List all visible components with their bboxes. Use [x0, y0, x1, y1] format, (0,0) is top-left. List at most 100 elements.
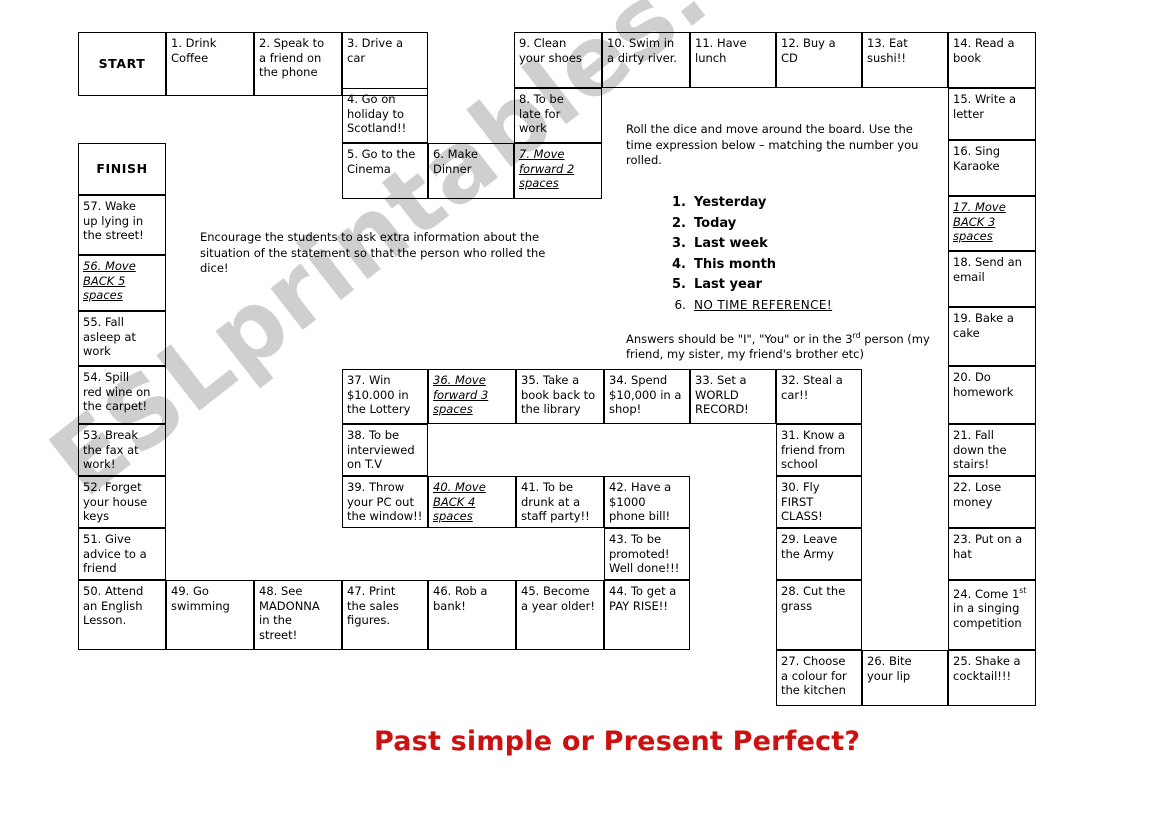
board-cell-c2: 2. Speak to a friend on the phone	[254, 32, 342, 96]
time-expression-label: This month	[694, 256, 777, 272]
board-cell-c22: 22. Lose money	[948, 476, 1036, 528]
time-expression-number: 5.	[672, 277, 686, 292]
board-cell-c24: 24. Come 1st in a singing competition	[948, 580, 1036, 650]
time-expression-number: 1.	[672, 195, 686, 210]
board-cell-c21: 21. Fall down the stairs!	[948, 424, 1036, 476]
board-cell-label: 12. Buy a CD	[781, 36, 836, 65]
board-cell-c34: 34. Spend $10,000 in a shop!	[604, 369, 690, 424]
board-cell-label: 35. Take a book back to the library	[521, 373, 596, 416]
board-cell-c54: 54. Spill red wine on the carpet!	[78, 366, 166, 424]
board-cell-c16: 16. Sing Karaoke	[948, 140, 1036, 196]
time-expression-number: 2.	[672, 215, 686, 231]
board-cell-label: 54. Spill red wine on the carpet!	[83, 370, 151, 413]
time-expression-item: 2. Today	[660, 214, 950, 235]
board-cell-c37: 37. Win $10.000 in the Lottery	[342, 369, 428, 424]
board-cell-c52: 52. Forget your house keys	[78, 476, 166, 528]
page-title: Past simple or Present Perfect?	[374, 726, 861, 757]
time-expression-number: 3.	[672, 236, 686, 251]
board-cell-c53: 53. Break the fax at work!	[78, 424, 166, 476]
board-cell-c32: 32. Steal a car!!	[776, 369, 862, 424]
board-cell-c47: 47. Print the sales figures.	[342, 580, 428, 650]
board-cell-label: 52. Forget your house keys	[83, 480, 148, 523]
board-cell-c23: 23. Put on a hat	[948, 528, 1036, 580]
board-cell-c30: 30. Fly FIRST CLASS!	[776, 476, 862, 528]
board-cell-label: 1. Drink Coffee	[171, 36, 217, 65]
board-cell-c57: 57. Wake up lying in the street!	[78, 195, 166, 255]
board-cell-c18: 18. Send an email	[948, 251, 1036, 307]
board-cell-label: 29. Leave the Army	[781, 532, 838, 561]
board-cell-label: FINISH	[96, 160, 148, 176]
rules-text: Roll the dice and move around the board.…	[626, 122, 919, 167]
board-cell-label: 22. Lose money	[953, 480, 1002, 509]
board-cell-c25: 25. Shake a cocktail!!!	[948, 650, 1036, 706]
board-cell-label: 2. Speak to a friend on the phone	[259, 36, 325, 79]
board-cell-c6: 6. Make Dinner	[428, 143, 514, 199]
time-expression-item: 3. Last week	[660, 234, 950, 255]
board-cell-label: 19. Bake a cake	[953, 311, 1014, 340]
board-cell-label: 17. Move BACK 3 spaces	[953, 200, 1006, 243]
board-cell-label: 8. To be late for work	[519, 92, 564, 135]
board-cell-label: 41. To be drunk at a staff party!!	[521, 480, 590, 523]
board-cell-start: START	[78, 32, 166, 96]
board-cell-label: 34. Spend $10,000 in a shop!	[609, 373, 682, 416]
board-cell-c45: 45. Become a year older!	[516, 580, 604, 650]
board-cell-label: 21. Fall down the stairs!	[953, 428, 1007, 471]
board-cell-label: 13. Eat sushi!!	[867, 36, 908, 65]
board-cell-c39: 39. Throw your PC out the window!!	[342, 476, 428, 528]
board-cell-label: 4. Go on holiday to Scotland!!	[347, 92, 407, 135]
board-cell-label: 7. Move forward 2 spaces	[519, 147, 575, 190]
board-cell-label: 44. To get a PAY RISE!!	[609, 584, 677, 613]
board-cell-label: 31. Know a friend from school	[781, 428, 846, 471]
board-cell-label: 30. Fly FIRST CLASS!	[781, 480, 823, 523]
time-expression-item: 1. Yesterday	[660, 193, 950, 214]
board-cell-c33: 33. Set a WORLD RECORD!	[690, 369, 776, 424]
board-cell-label: 38. To be interviewed on T.V	[347, 428, 415, 471]
board-cell-c12: 12. Buy a CD	[776, 32, 862, 88]
time-expression-item: 5. Last year	[660, 275, 950, 296]
board-cell-label: 32. Steal a car!!	[781, 373, 843, 402]
board-cell-label: 56. Move BACK 5 spaces	[83, 259, 136, 302]
board-cell-label: 47. Print the sales figures.	[347, 584, 399, 627]
board-cell-c35: 35. Take a book back to the library	[516, 369, 604, 424]
board-cell-c29: 29. Leave the Army	[776, 528, 862, 580]
board-cell-label: 43. To be promoted! Well done!!!	[609, 532, 680, 575]
board-cell-label: 33. Set a WORLD RECORD!	[695, 373, 749, 416]
board-cell-c10: 10. Swim in a dirty river.	[602, 32, 690, 88]
board-cell-label: 39. Throw your PC out the window!!	[347, 480, 423, 523]
board-cell-c44: 44. To get a PAY RISE!!	[604, 580, 690, 650]
board-cell-c48: 48. See MADONNA in the street!	[254, 580, 342, 650]
board-cell-c40: 40. Move BACK 4 spaces	[428, 476, 516, 528]
board-cell-label: 15. Write a letter	[953, 92, 1017, 121]
board-cell-label: 25. Shake a cocktail!!!	[953, 654, 1021, 683]
board-cell-label: 5. Go to the Cinema	[347, 147, 416, 176]
board-cell-c27: 27. Choose a colour for the kitchen	[776, 650, 862, 706]
board-cell-c41: 41. To be drunk at a staff party!!	[516, 476, 604, 528]
time-expression-item: 4. This month	[660, 255, 950, 276]
board-cell-label: 3. Drive a car	[347, 36, 403, 65]
board-cell-c56: 56. Move BACK 5 spaces	[78, 255, 166, 311]
teacher-note: Encourage the students to ask extra info…	[200, 230, 546, 275]
board-cell-label: 50. Attend an English Lesson.	[83, 584, 144, 627]
board-cell-label: 51. Give advice to a friend	[83, 532, 147, 575]
board-cell-label: 14. Read a book	[953, 36, 1015, 65]
board-cell-label: 28. Cut the grass	[781, 584, 846, 613]
board-cell-c20: 20. Do homework	[948, 366, 1036, 424]
board-cell-c42: 42. Have a $1000 phone bill!	[604, 476, 690, 528]
time-expression-label: Last week	[694, 236, 768, 251]
board-cell-c28: 28. Cut the grass	[776, 580, 862, 650]
board-cell-c13: 13. Eat sushi!!	[862, 32, 948, 88]
board-cell-label: 46. Rob a bank!	[433, 584, 488, 613]
board-cell-label: 23. Put on a hat	[953, 532, 1023, 561]
board-cell-c5: 5. Go to the Cinema	[342, 143, 428, 199]
board-cell-label: 6. Make Dinner	[433, 147, 478, 176]
board-cell-c3: 3. Drive a car	[342, 32, 428, 96]
board-cell-label: START	[98, 55, 146, 71]
board-cell-c9: 9. Clean your shoes	[514, 32, 602, 88]
board-cell-c1: 1. Drink Coffee	[166, 32, 254, 96]
board-cell-c8: 8. To be late for work	[514, 88, 602, 143]
board-cell-c36: 36. Move forward 3 spaces	[428, 369, 516, 424]
board-cell-label: 49. Go swimming	[171, 584, 230, 613]
answers-note: Answers should be "I", "You" or in the 3…	[626, 331, 930, 362]
time-expression-list: 1. Yesterday 2. Today 3. Last week 4. This mont…	[660, 193, 950, 315]
board-cell-label: 36. Move forward 3 spaces	[433, 373, 489, 416]
